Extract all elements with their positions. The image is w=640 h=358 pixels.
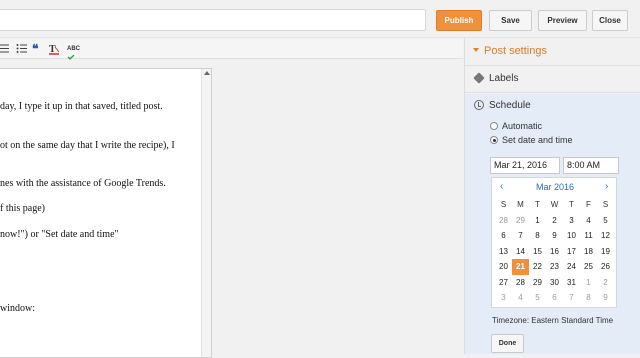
schedule-section: Schedule Automatic Set date and time Mar… [465, 94, 640, 354]
quote-icon[interactable]: ❝ [32, 43, 38, 55]
calendar-day[interactable]: 29 [512, 213, 529, 229]
calendar-day[interactable]: 9 [546, 228, 563, 244]
calendar-day[interactable]: 17 [563, 244, 580, 260]
close-button[interactable]: Close [592, 10, 628, 31]
post-title-input[interactable] [0, 9, 426, 31]
calendar-day[interactable]: 8 [580, 290, 597, 306]
calendar-day[interactable]: 3 [495, 290, 512, 306]
timezone-label: Timezone: Eastern Standard Time [492, 316, 614, 325]
clock-icon [474, 100, 484, 110]
editor-scrollbar[interactable] [201, 69, 211, 357]
spellcheck-label: ABC [67, 46, 80, 52]
calendar-day[interactable]: 4 [580, 213, 597, 229]
calendar-day[interactable]: 28 [512, 275, 529, 291]
weekday-header: M [517, 200, 524, 210]
caret-down-icon [473, 48, 479, 52]
calendar-day[interactable]: 23 [546, 259, 563, 275]
done-button[interactable]: Done [491, 334, 524, 353]
weekday-header: T [569, 200, 574, 210]
calendar-day[interactable]: 8 [529, 228, 546, 244]
post-settings-header[interactable]: Post settings [465, 38, 640, 66]
calendar-day[interactable]: 24 [563, 259, 580, 275]
calendar-day[interactable]: 5 [597, 213, 614, 229]
calendar-day[interactable]: 10 [563, 228, 580, 244]
calendar-day[interactable]: 2 [597, 275, 614, 291]
labels-section[interactable]: Labels [465, 67, 640, 93]
body-line-1: day, I type it up in that saved, titled … [0, 101, 163, 112]
automatic-option[interactable]: Automatic [490, 121, 542, 131]
calendar-day[interactable]: 22 [529, 259, 546, 275]
post-settings-sidebar: Post settings Labels Schedule Automatic … [464, 38, 640, 354]
save-button[interactable]: Save [489, 10, 532, 31]
bullet-list-icon[interactable] [16, 43, 27, 55]
calendar-day[interactable]: 26 [597, 259, 614, 275]
time-input[interactable]: 8:00 AM [563, 157, 619, 174]
calendar-day[interactable]: 18 [580, 244, 597, 260]
calendar-day[interactable]: 9 [597, 290, 614, 306]
automatic-radio[interactable] [490, 122, 498, 130]
remove-formatting-icon[interactable]: T [49, 43, 60, 55]
scroll-up-arrow-icon[interactable] [204, 71, 210, 75]
calendar-day[interactable]: 28 [495, 213, 512, 229]
weekday-header: T [535, 200, 540, 210]
post-settings-title: Post settings [484, 45, 547, 57]
calendar-day[interactable]: 3 [563, 213, 580, 229]
calendar-day[interactable]: 14 [512, 244, 529, 260]
weekday-header: W [550, 200, 559, 210]
body-line-6: window: [0, 303, 35, 314]
set-date-label: Set date and time [502, 135, 573, 145]
formatting-toolbar: ❝ T ABC [0, 39, 463, 60]
body-line-2: ot on the same day that I write the reci… [0, 140, 175, 151]
calendar-day[interactable]: 11 [580, 228, 597, 244]
labels-label: Labels [489, 73, 519, 84]
calendar-day[interactable]: 30 [546, 275, 563, 291]
calendar-day[interactable]: 1 [580, 275, 597, 291]
calendar-day[interactable]: 1 [529, 213, 546, 229]
editor-area: day, I type it up in that saved, titled … [0, 60, 463, 358]
date-input[interactable]: Mar 21, 2016 [490, 157, 560, 174]
weekday-header: S [500, 200, 507, 210]
calendar-day[interactable]: 19 [597, 244, 614, 260]
preview-button[interactable]: Preview [538, 10, 587, 31]
calendar-grid: S M T W T F S 28 29 1 2 3 4 5 6 7 8 9 10 11 12 13 14 15 16 17 18 19… [495, 197, 614, 306]
weekday-header: S [602, 200, 609, 210]
body-line-5: now!") or "Set date and time" [0, 229, 119, 240]
calendar-day[interactable]: 4 [512, 290, 529, 306]
top-bar: Publish Save Preview Close [0, 0, 640, 38]
calendar-day[interactable]: 2 [546, 213, 563, 229]
calendar-day[interactable]: 5 [529, 290, 546, 306]
next-month-button[interactable]: › [605, 181, 608, 192]
calendar-day[interactable]: 29 [529, 275, 546, 291]
calendar-day[interactable]: 13 [495, 244, 512, 260]
schedule-title[interactable]: Schedule [489, 100, 531, 111]
calendar-day[interactable]: 21 [512, 259, 529, 275]
body-line-3: nes with the assistance of Google Trends… [0, 178, 166, 189]
calendar-day[interactable]: 16 [546, 244, 563, 260]
post-body-editor[interactable]: day, I type it up in that saved, titled … [0, 68, 212, 358]
calendar-day[interactable]: 6 [495, 228, 512, 244]
body-line-4: f this page) [0, 203, 45, 214]
date-picker-calendar: ‹ Mar 2016 › S M T W T F S 28 29 1 2 3 4 5 6 7 8 9 10 11 12 1… [491, 177, 617, 308]
tag-icon [473, 72, 485, 84]
automatic-label: Automatic [502, 121, 543, 131]
calendar-day[interactable]: 7 [512, 228, 529, 244]
spellcheck-icon[interactable]: ABC [67, 43, 80, 60]
calendar-day[interactable]: 7 [563, 290, 580, 306]
calendar-day[interactable]: 20 [495, 259, 512, 275]
set-date-option[interactable]: Set date and time [490, 135, 573, 145]
calendar-day[interactable]: 25 [580, 259, 597, 275]
calendar-day[interactable]: 6 [546, 290, 563, 306]
set-date-radio[interactable] [490, 136, 498, 144]
publish-button[interactable]: Publish [436, 10, 482, 31]
calendar-day[interactable]: 27 [495, 275, 512, 291]
calendar-month-label: Mar 2016 [535, 182, 575, 192]
calendar-day[interactable]: 31 [563, 275, 580, 291]
numbered-list-icon[interactable] [0, 43, 9, 55]
weekday-header: F [586, 200, 591, 210]
calendar-day[interactable]: 12 [597, 228, 614, 244]
calendar-day[interactable]: 15 [529, 244, 546, 260]
